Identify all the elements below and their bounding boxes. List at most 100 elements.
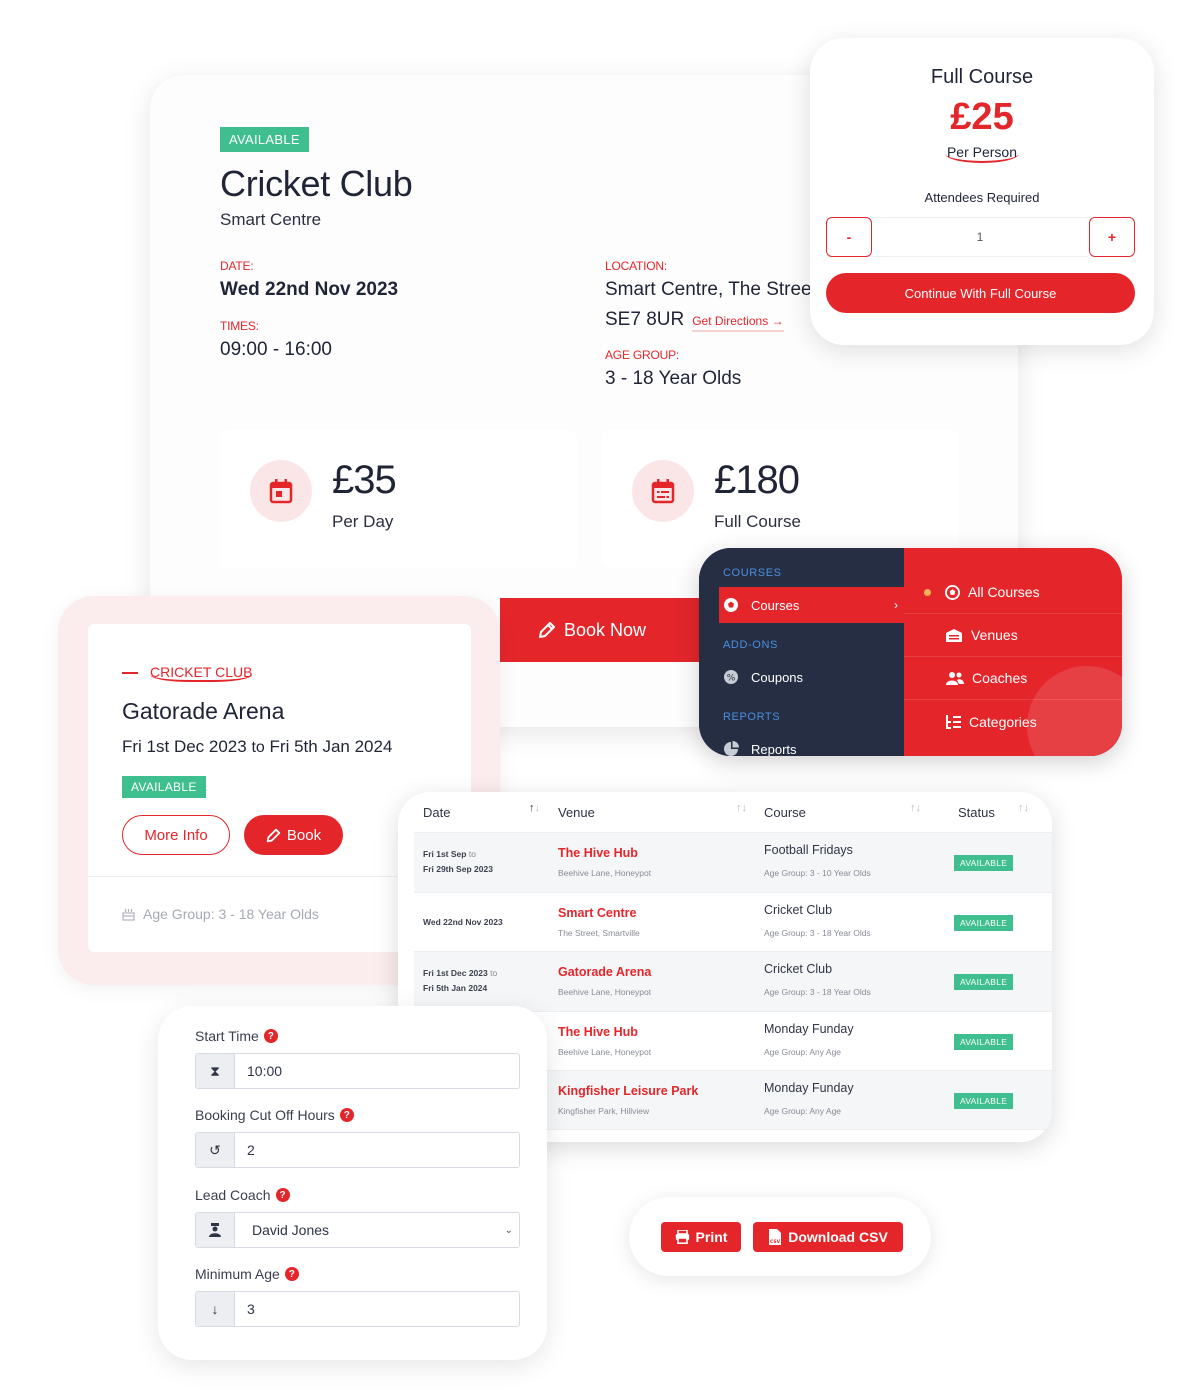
column-header-date[interactable]: Date	[423, 805, 450, 820]
download-csv-button[interactable]: CSV Download CSV	[753, 1222, 903, 1252]
times-value: 09:00 - 16:00	[220, 339, 332, 360]
pencil-icon	[266, 828, 281, 842]
table-row[interactable]: Fri 1st Sep to Fri 29th Sep 2023 The Hive…	[414, 832, 1052, 892]
column-header-status[interactable]: Status	[958, 805, 995, 820]
submenu-item-coaches[interactable]: Coaches	[904, 657, 1122, 700]
help-icon[interactable]: ?	[263, 1029, 278, 1043]
row-course: Cricket Club	[764, 962, 833, 976]
hourglass-icon: ⧗	[196, 1054, 235, 1088]
location-postcode: SE7 8UR	[605, 309, 685, 330]
row-date: Fri 1st Sep to Fri 29th Sep 2023	[423, 849, 493, 874]
print-button[interactable]: Print	[661, 1222, 741, 1252]
booking-cutoff-field: ↺	[195, 1132, 520, 1168]
chevron-down-icon: ⌄	[504, 1224, 513, 1236]
row-age-group: Age Group: Any Age	[764, 1106, 842, 1116]
submenu-item-all-courses[interactable]: All Courses	[904, 571, 1122, 614]
printer-icon	[675, 1230, 689, 1244]
sort-icon[interactable]: ↑↓	[1018, 802, 1029, 814]
date-end: Fri 5th Jan 2024	[269, 737, 393, 756]
label-text: Booking Cut Off Hours	[195, 1107, 335, 1123]
start-time-label: Start Time ?	[195, 1028, 278, 1044]
coach-icon	[196, 1213, 235, 1247]
menu-section-courses: COURSES	[723, 567, 782, 579]
booking-cutoff-input[interactable]	[235, 1133, 519, 1167]
pie-chart-icon	[724, 741, 739, 756]
csv-file-icon: CSV	[769, 1229, 782, 1245]
course-category-text: CRICKET CLUB	[150, 664, 253, 682]
row-age-group: Age Group: Any Age	[764, 1046, 842, 1057]
attendees-label: Attendees Required	[924, 190, 1040, 205]
football-icon	[945, 584, 960, 600]
price-amount: £35	[332, 458, 397, 502]
row-venue-link[interactable]: The Hive Hub	[558, 1025, 638, 1039]
book-now-label: Book Now	[564, 619, 647, 640]
minimum-age-field: ↓	[195, 1291, 520, 1327]
row-venue-link[interactable]: Smart Centre	[558, 906, 637, 920]
full-course-booking-card: Full Course £25 Per Person Attendees Req…	[810, 38, 1154, 345]
row-age-group: Age Group: 3 - 18 Year Olds	[764, 987, 871, 997]
course-settings-form: Start Time ? ⧗ Booking Cut Off Hours ? ↺…	[158, 1006, 547, 1360]
status-badge: AVAILABLE	[954, 914, 1014, 931]
svg-text:CSV: CSV	[770, 1239, 781, 1245]
row-venue-link[interactable]: Kingfisher Leisure Park	[558, 1084, 698, 1098]
submenu-item-label: All Courses	[968, 584, 1040, 600]
price-per-day-box: £35 Per Day	[220, 430, 577, 568]
row-course: Football Fridays	[764, 843, 853, 857]
help-icon[interactable]: ?	[275, 1188, 290, 1202]
table-row[interactable]: Fri 1st Dec 2023 to Fri 5th Jan 2024 Gato…	[414, 951, 1052, 1011]
arrow-down-icon: ↓	[196, 1292, 235, 1326]
more-info-button[interactable]: More Info	[122, 815, 230, 855]
minimum-age-input[interactable]	[235, 1292, 519, 1326]
print-label: Print	[695, 1229, 728, 1245]
per-person-text: Per Person	[944, 144, 1020, 163]
export-actions: Print CSV Download CSV	[629, 1197, 931, 1276]
row-course: Monday Funday	[764, 1081, 854, 1095]
label-text: Minimum Age	[195, 1266, 280, 1282]
course-title: Cricket Club	[220, 163, 413, 204]
lead-coach-select[interactable]: David Jones ⌄	[235, 1213, 519, 1247]
submenu-item-label: Categories	[969, 713, 1037, 730]
row-venue-link[interactable]: The Hive Hub	[558, 846, 638, 860]
row-course: Cricket Club	[764, 902, 833, 917]
sidebar-item-reports[interactable]: Reports	[719, 731, 904, 756]
submenu-item-venues[interactable]: Venues	[904, 614, 1122, 657]
column-header-venue[interactable]: Venue	[558, 805, 595, 820]
help-icon[interactable]: ?	[284, 1267, 299, 1281]
history-icon: ↺	[196, 1133, 235, 1167]
sidebar-item-courses[interactable]: Courses ›	[719, 587, 904, 623]
minimum-age-label: Minimum Age ?	[195, 1266, 299, 1282]
age-group-info: Age Group: 3 - 18 Year Olds	[122, 906, 319, 922]
status-badge: AVAILABLE	[954, 974, 1014, 990]
sort-icon[interactable]: ↑↓	[910, 802, 921, 814]
table-row[interactable]: Wed 22nd Nov 2023 Smart Centre The Stree…	[414, 891, 1052, 952]
decrease-quantity-button[interactable]: -	[826, 217, 872, 257]
date-value: Wed 22nd Nov 2023	[220, 279, 399, 300]
row-venue-link[interactable]: Gatorade Arena	[558, 965, 651, 979]
sidebar-item-coupons[interactable]: % Coupons	[719, 659, 904, 695]
submenu-item-categories[interactable]: Categories	[904, 700, 1122, 743]
get-directions-link[interactable]: Get Directions →	[692, 314, 784, 332]
increase-quantity-button[interactable]: +	[1089, 217, 1135, 257]
row-age-group: Age Group: 3 - 18 Year Olds	[764, 927, 871, 938]
price-caption: Per Day	[332, 512, 394, 531]
column-header-course[interactable]: Course	[764, 805, 806, 820]
price-amount: £180	[714, 458, 800, 502]
sort-icon[interactable]: ↑↓	[529, 802, 540, 814]
row-venue-address: The Street, Smartville	[558, 927, 640, 938]
book-button[interactable]: Book	[244, 815, 343, 855]
pencil-icon	[539, 622, 555, 638]
help-icon[interactable]: ?	[339, 1108, 354, 1122]
sort-icon[interactable]: ↑↓	[736, 802, 747, 814]
label-text: Start Time	[195, 1028, 259, 1044]
course-category: CRICKET CLUB	[122, 664, 253, 682]
price-caption: Full Course	[714, 512, 801, 531]
start-time-input[interactable]	[235, 1054, 519, 1088]
lead-coach-field: David Jones ⌄	[195, 1212, 520, 1248]
per-person-label: Per Person	[810, 144, 1154, 163]
attendees-quantity-input[interactable]	[872, 217, 1088, 257]
continue-full-course-button[interactable]: Continue With Full Course	[826, 273, 1135, 313]
row-course: Monday Funday	[764, 1021, 854, 1036]
location-address: Smart Centre, The Street,	[605, 279, 823, 300]
coupon-icon: %	[724, 670, 738, 684]
row-date: Fri 1st Dec 2023 to Fri 5th Jan 2024	[423, 968, 498, 993]
